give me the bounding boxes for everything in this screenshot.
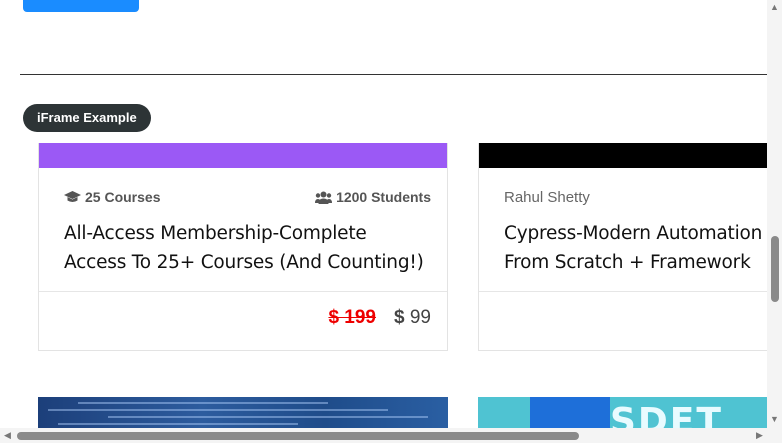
course-card-all-access[interactable]: 25 Courses 1200 Students All-Access Memb… [38, 143, 448, 351]
course-title-line1: Cypress-Modern Automation [504, 223, 763, 244]
sdet-text: SDET [610, 401, 723, 428]
thumbnail-block [530, 397, 610, 428]
card-banner [39, 143, 447, 168]
students-count: 1200 Students [336, 189, 431, 205]
old-price: $ 199 [328, 307, 376, 328]
vertical-scrollbar[interactable]: ▲ ▼ [767, 0, 782, 428]
scroll-up-icon[interactable]: ▲ [770, 2, 779, 12]
users-icon [315, 191, 333, 204]
code-line [48, 409, 388, 411]
sdet-thumbnail[interactable]: SDET [478, 397, 767, 428]
top-action-button[interactable] [23, 0, 139, 12]
vertical-scroll-thumb[interactable] [771, 236, 779, 302]
new-price: $ 99 [394, 307, 431, 329]
scroll-down-icon[interactable]: ▼ [770, 414, 779, 424]
code-line [78, 402, 328, 404]
horizontal-scrollbar[interactable]: ◀ ▶ [0, 428, 782, 443]
course-title-line1: All-Access Membership-Complete [64, 223, 367, 244]
courses-count: 25 Courses [85, 189, 161, 205]
code-thumbnail[interactable] [38, 397, 448, 428]
students-meta: 1200 Students [315, 189, 431, 205]
course-title[interactable]: All-Access Membership-Complete Access To… [64, 219, 437, 277]
course-title[interactable]: Cypress-Modern Automation From Scratch +… [504, 219, 767, 277]
code-line [58, 423, 298, 425]
graduation-cap-icon [64, 190, 81, 202]
price-row: $ 199 $ 99 [328, 307, 431, 329]
section-badge: iFrame Example [23, 104, 151, 132]
card-meta: 25 Courses 1200 Students [64, 189, 431, 205]
section-divider [20, 74, 767, 75]
card-banner [479, 143, 777, 168]
code-line [108, 416, 428, 418]
card-footer-divider [479, 291, 777, 292]
price-currency: $ [394, 307, 405, 328]
course-title-line2: Access To 25+ Courses (And Counting!) [64, 252, 424, 273]
courses-meta: 25 Courses [64, 189, 160, 205]
course-title-line2: From Scratch + Framework [504, 252, 751, 273]
scroll-left-icon[interactable]: ◀ [4, 430, 11, 441]
price-value: 99 [409, 307, 431, 328]
course-author: Rahul Shetty [504, 189, 590, 206]
scroll-right-icon[interactable]: ▶ [756, 430, 763, 441]
horizontal-scroll-thumb[interactable] [17, 432, 579, 440]
card-footer-divider [39, 291, 447, 292]
course-card-cypress[interactable]: Rahul Shetty Cypress-Modern Automation F… [478, 143, 778, 351]
